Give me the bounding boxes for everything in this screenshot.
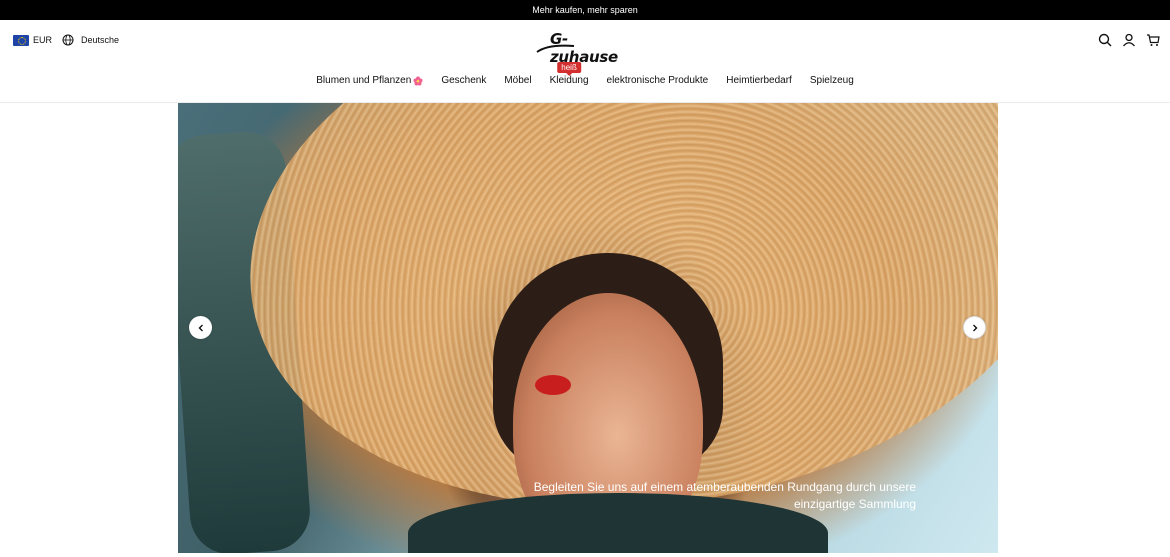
announcement-text: Mehr kaufen, mehr sparen [532, 5, 638, 15]
nav-item-geschenk[interactable]: Geschenk [432, 75, 495, 86]
nav-item-label: Geschenk [441, 75, 487, 86]
nav-item-label: Kleidung [549, 75, 589, 86]
hero-caption: Begleiten Sie uns auf einem atemberauben… [516, 479, 916, 513]
nav-item-moebel[interactable]: Möbel [495, 75, 540, 86]
flower-icon [413, 76, 423, 85]
slide-next-button[interactable] [963, 316, 986, 339]
hero-caption-line-2: einzigartige Sammlung [793, 497, 916, 511]
hero-image-lips [535, 375, 571, 395]
slide-prev-button[interactable] [189, 316, 212, 339]
nav-item-heimtierbedarf[interactable]: Heimtierbedarf [717, 75, 801, 86]
hot-badge: heiß [557, 62, 581, 73]
nav-item-kleidung[interactable]: heiß Kleidung [541, 62, 598, 86]
logo-text: G-zuhause [550, 30, 618, 66]
header-actions [1088, 33, 1160, 47]
hero-slideshow: Begleiten Sie uns auf einem atemberauben… [178, 103, 998, 553]
cart-icon[interactable] [1146, 33, 1160, 47]
nav-item-label: Spielzeug [809, 75, 854, 86]
user-icon[interactable] [1122, 33, 1136, 47]
nav-item-label: Heimtierbedarf [726, 75, 792, 86]
nav-item-label: elektronische Produkte [606, 75, 709, 86]
nav-item-spielzeug[interactable]: Spielzeug [801, 75, 863, 86]
site-logo[interactable]: G-zuhause [536, 28, 634, 66]
announcement-bar: Mehr kaufen, mehr sparen [0, 0, 1170, 20]
currency-selector[interactable]: EUR [33, 35, 52, 45]
hero-caption-line-1: Begleiten Sie uns auf einem atemberauben… [533, 480, 916, 494]
language-selector[interactable]: Deutsche [81, 35, 119, 45]
nav-item-blumen-und-pflanzen[interactable]: Blumen und Pflanzen [307, 75, 432, 86]
site-header: EUR Deutsche G-zuhause Blumen und Pflanz… [0, 20, 1170, 103]
main-nav: Blumen und Pflanzen Geschenk Möbel heiß … [0, 62, 1170, 86]
eu-flag-icon[interactable] [13, 34, 29, 46]
nav-item-label: Möbel [504, 75, 532, 86]
chevron-left-icon [198, 324, 203, 331]
chevron-right-icon [972, 324, 977, 331]
nav-item-label: Blumen und Pflanzen [316, 75, 412, 86]
locale-tools: EUR Deutsche [13, 34, 119, 46]
globe-icon[interactable] [62, 34, 74, 46]
search-icon[interactable] [1098, 33, 1112, 47]
nav-item-elektronische-produkte[interactable]: elektronische Produkte [598, 75, 718, 86]
